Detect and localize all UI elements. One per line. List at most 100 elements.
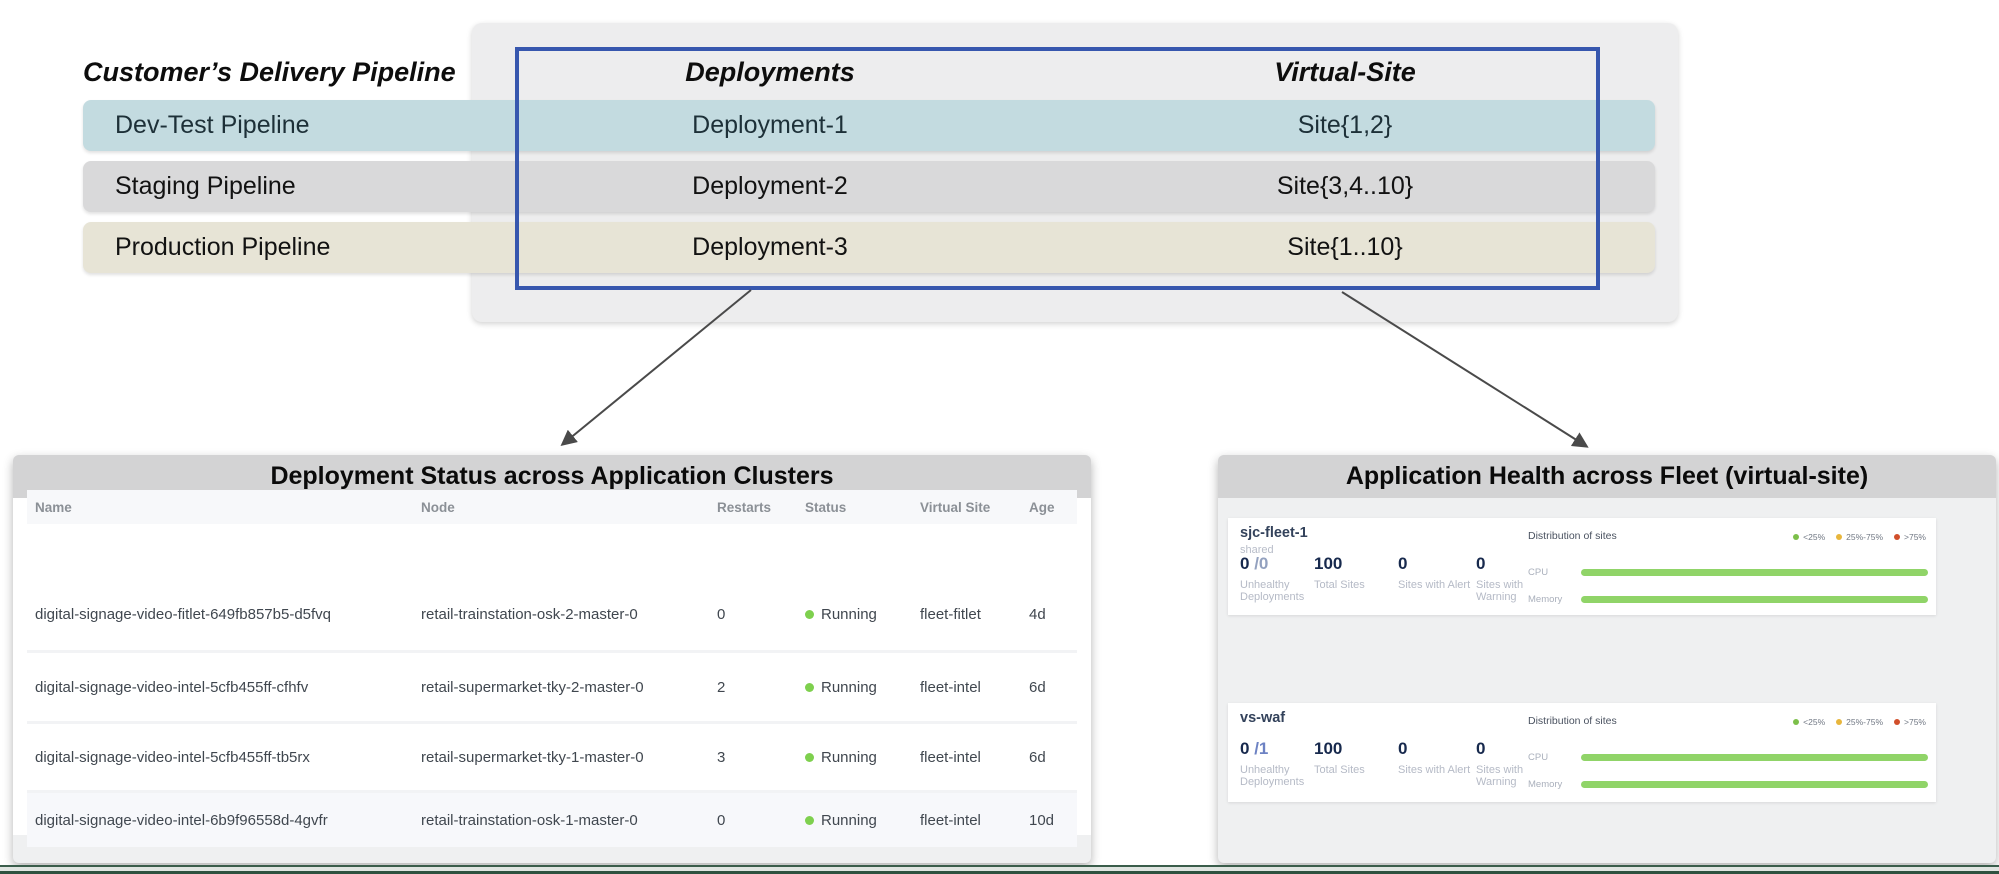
- table-row[interactable]: digital-signage-video-intel-5cfb455ff-tb…: [27, 721, 1077, 790]
- stat-total-sites: 100 Total Sites: [1314, 739, 1394, 776]
- legend-dot-yellow: [1836, 534, 1842, 540]
- legend-label: 25%-75%: [1846, 532, 1883, 542]
- column-header-node: Node: [413, 500, 709, 515]
- memory-distribution-bar: [1581, 781, 1928, 788]
- cpu-bar-fill: [1581, 569, 1928, 576]
- column-header-virtual-site: Virtual Site: [912, 500, 1021, 515]
- virtual-site-name: fleet-intel: [912, 679, 1021, 696]
- column-header-age: Age: [1021, 500, 1077, 515]
- distribution-legend: <25% 25%-75% >75%: [1793, 717, 1926, 727]
- running-status-icon: [805, 610, 814, 619]
- legend-dot-yellow: [1836, 719, 1842, 725]
- legend-label: >75%: [1904, 717, 1926, 727]
- legend-label: 25%-75%: [1846, 717, 1883, 727]
- running-status-icon: [805, 816, 814, 825]
- legend-item: <25%: [1793, 717, 1825, 727]
- stat-value: 100: [1314, 554, 1394, 574]
- status-cell: Running: [797, 606, 912, 623]
- running-status-icon: [805, 683, 814, 692]
- status-cell: Running: [797, 812, 912, 829]
- virtual-site-name: fleet-fitlet: [912, 606, 1021, 623]
- stat-value: 0: [1240, 739, 1249, 758]
- legend-dot-red: [1894, 719, 1900, 725]
- cpu-bar-fill: [1581, 754, 1928, 761]
- node-name: retail-trainstation-osk-2-master-0: [413, 606, 709, 623]
- bottom-divider: [0, 865, 1999, 874]
- distribution-title: Distribution of sites: [1528, 715, 1617, 727]
- pod-name: digital-signage-video-intel-6b9f96558d-4…: [27, 812, 413, 829]
- legend-label: >75%: [1904, 532, 1926, 542]
- restarts-count: 0: [709, 606, 797, 623]
- column-header-status: Status: [797, 500, 912, 515]
- restarts-count: 2: [709, 679, 797, 696]
- cpu-bar-label: CPU: [1528, 567, 1548, 578]
- column-header-deployments: Deployments: [520, 56, 1020, 88]
- legend-dot-red: [1894, 534, 1900, 540]
- status-cell: Running: [797, 749, 912, 766]
- distribution-legend: <25% 25%-75% >75%: [1793, 532, 1926, 542]
- age-value: 6d: [1021, 749, 1077, 766]
- pod-name: digital-signage-video-intel-5cfb455ff-cf…: [27, 679, 413, 696]
- pipeline-name: Dev-Test Pipeline: [115, 100, 310, 151]
- stat-secondary-value: /0: [1254, 554, 1268, 573]
- application-health-panel: Application Health across Fleet (virtual…: [1218, 455, 1996, 863]
- pod-name: digital-signage-video-intel-5cfb455ff-tb…: [27, 749, 413, 766]
- distribution-title: Distribution of sites: [1528, 530, 1617, 542]
- stat-unhealthy-deployments: 0 /1 Unhealthy Deployments: [1240, 739, 1318, 788]
- status-text: Running: [821, 749, 877, 766]
- memory-distribution-bar: [1581, 596, 1928, 603]
- legend-item: <25%: [1793, 532, 1825, 542]
- memory-bar-fill: [1581, 781, 1928, 788]
- restarts-count: 0: [709, 812, 797, 829]
- legend-label: <25%: [1803, 532, 1825, 542]
- pipeline-diagram-title: Customer’s Delivery Pipeline: [83, 56, 563, 88]
- node-name: retail-supermarket-tky-2-master-0: [413, 679, 709, 696]
- pipeline-name: Production Pipeline: [115, 222, 330, 273]
- fleet-health-card[interactable]: sjc-fleet-1 shared 0 /0 Unhealthy Deploy…: [1228, 518, 1936, 615]
- cpu-distribution-bar: [1581, 754, 1928, 761]
- status-text: Running: [821, 679, 877, 696]
- legend-label: <25%: [1803, 717, 1825, 727]
- stat-label: Total Sites: [1314, 764, 1394, 776]
- pipeline-name: Staging Pipeline: [115, 161, 296, 212]
- table-row[interactable]: digital-signage-video-intel-5cfb455ff-cf…: [27, 650, 1077, 721]
- table-row[interactable]: digital-signage-video-intel-6b9f96558d-4…: [27, 790, 1077, 847]
- legend-dot-green: [1793, 534, 1799, 540]
- deployment-status-panel: Deployment Status across Application Clu…: [13, 455, 1091, 863]
- stat-unhealthy-deployments: 0 /0 Unhealthy Deployments: [1240, 554, 1318, 603]
- pod-name: digital-signage-video-fitlet-649fb857b5-…: [27, 606, 413, 623]
- legend-item: >75%: [1894, 717, 1926, 727]
- legend-dot-green: [1793, 719, 1799, 725]
- legend-item: 25%-75%: [1836, 532, 1883, 542]
- memory-bar-label: Memory: [1528, 594, 1562, 605]
- node-name: retail-trainstation-osk-1-master-0: [413, 812, 709, 829]
- restarts-count: 3: [709, 749, 797, 766]
- column-header-name: Name: [27, 500, 413, 515]
- deployment-table-header: Name Node Restarts Status Virtual Site A…: [27, 490, 1077, 524]
- fleet-health-card[interactable]: vs-waf 0 /1 Unhealthy Deployments 100 To…: [1228, 703, 1936, 802]
- status-cell: Running: [797, 679, 912, 696]
- node-name: retail-supermarket-tky-1-master-0: [413, 749, 709, 766]
- slide-canvas: Customer’s Delivery Pipeline Deployments…: [0, 0, 1999, 874]
- cpu-bar-label: CPU: [1528, 752, 1548, 763]
- stat-total-sites: 100 Total Sites: [1314, 554, 1394, 591]
- status-text: Running: [821, 812, 877, 829]
- stat-value: 100: [1314, 739, 1394, 759]
- stat-label: Unhealthy Deployments: [1240, 764, 1318, 788]
- column-header-restarts: Restarts: [709, 500, 797, 515]
- fleet-name: sjc-fleet-1: [1240, 525, 1308, 541]
- running-status-icon: [805, 753, 814, 762]
- virtual-site-name: fleet-intel: [912, 749, 1021, 766]
- cpu-distribution-bar: [1581, 569, 1928, 576]
- legend-item: 25%-75%: [1836, 717, 1883, 727]
- virtual-site-name: fleet-intel: [912, 812, 1021, 829]
- age-value: 10d: [1021, 812, 1077, 829]
- age-value: 6d: [1021, 679, 1077, 696]
- stat-value: 0: [1240, 554, 1249, 573]
- legend-item: >75%: [1894, 532, 1926, 542]
- stat-label: Total Sites: [1314, 579, 1394, 591]
- table-row[interactable]: digital-signage-video-fitlet-649fb857b5-…: [27, 579, 1077, 650]
- age-value: 4d: [1021, 606, 1077, 623]
- stat-secondary-value: /1: [1254, 739, 1268, 758]
- column-header-virtual-site: Virtual-Site: [1095, 56, 1595, 88]
